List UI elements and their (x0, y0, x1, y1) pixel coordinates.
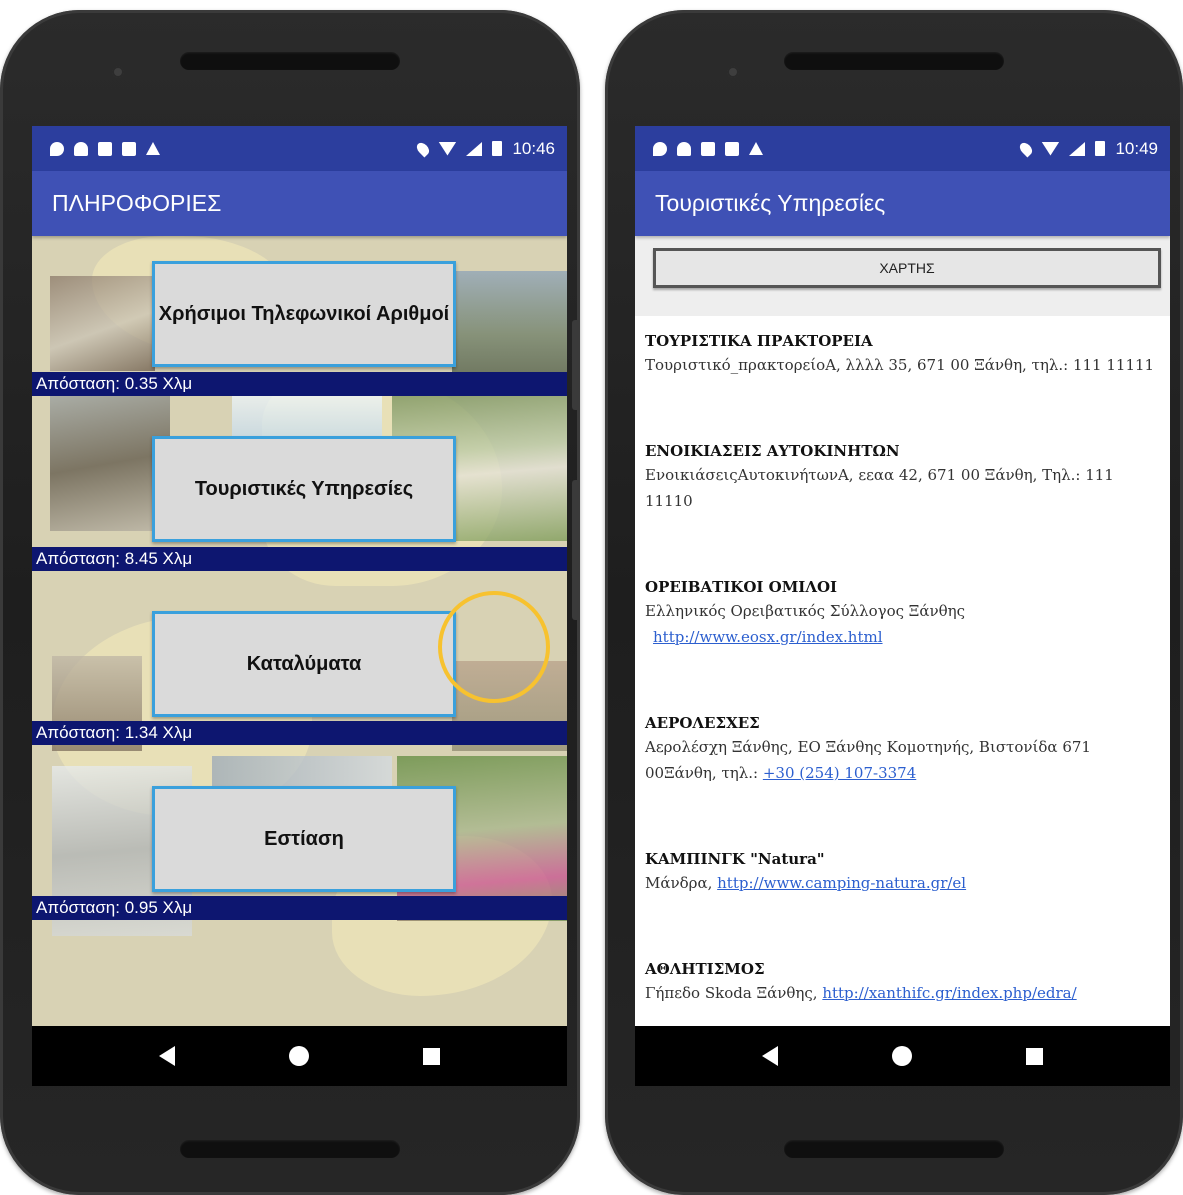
list-item: ΤΟΥΡΙΣΤΙΚΑ ΠΡΑΚΤΟΡΕΙΑ Τουριστικό_πρακτορ… (645, 330, 1160, 378)
home-icon[interactable] (289, 1046, 309, 1066)
status-right-icons: 10:49 (1017, 138, 1158, 159)
item-text: Τουριστικό_πρακτορείοΑ, λλλλ 35, 671 00 … (645, 356, 1155, 374)
image-icon (725, 141, 739, 156)
power-button (572, 320, 580, 410)
image-icon (122, 141, 136, 156)
back-icon[interactable] (159, 1046, 175, 1066)
list-item: ΑΘΛΗΤΙΣΜΟΣ Γήπεδο Skoda Ξάνθης, http://x… (645, 958, 1160, 1006)
item-text-row: Αερολέσχη Ξάνθης, ΕΟ Ξάνθης Κομοτηνής, Β… (645, 734, 1160, 786)
back-icon[interactable] (762, 1046, 778, 1066)
recents-icon[interactable] (423, 1047, 440, 1065)
xanthifc-link[interactable]: http://xanthifc.gr/index.php/edra/ (822, 984, 1076, 1002)
navigation-bar (32, 1026, 567, 1086)
cloud-icon (74, 141, 88, 156)
play-store-icon (749, 142, 763, 155)
home-icon[interactable] (892, 1046, 912, 1066)
status-time: 10:46 (512, 138, 555, 158)
list-item: ΑΕΡΟΛΕΣΧΕΣ Αερολέσχη Ξάνθης, ΕΟ Ξάνθης Κ… (645, 712, 1160, 786)
distance-label: Απόσταση: 8.45 Χλμ (32, 547, 567, 571)
volume-button (572, 480, 580, 620)
status-left-icons (50, 141, 160, 156)
status-bar: 10:49 (635, 126, 1170, 171)
item-title: ΟΡΕΙΒΑΤΙΚΟΙ ΟΜΙΛΟΙ (645, 578, 838, 596)
shield-icon (50, 141, 64, 156)
item-title: ΤΟΥΡΙΣΤΙΚΑ ΠΡΑΚΤΟΡΕΙΑ (645, 332, 873, 350)
item-text: Γήπεδο Skoda Ξάνθης, (645, 984, 818, 1002)
bottom-speaker (784, 1140, 1004, 1158)
menu-background: Χρήσιμοι Τηλεφωνικοί Αριθμοί Απόσταση: 0… (32, 236, 567, 1026)
app-title: ΠΛΗΡΟΦΟΡΙΕΣ (52, 190, 222, 216)
camping-link[interactable]: http://www.camping-natura.gr/el (717, 874, 966, 892)
front-camera-icon (112, 66, 124, 78)
earpiece-speaker (784, 52, 1004, 70)
tap-highlight-ring (438, 591, 550, 703)
distance-label: Απόσταση: 1.34 Χλμ (32, 721, 567, 745)
status-time: 10:49 (1115, 138, 1158, 158)
item-text: Μάνδρα, (645, 874, 713, 892)
navigation-bar (635, 1026, 1170, 1086)
list-item: ΚΑΜΠΙΝΓΚ "Natura" Μάνδρα, http://www.cam… (645, 848, 1160, 896)
signal-icon (466, 141, 483, 156)
menu-button-label: Εστίαση (264, 828, 344, 850)
menu-button-accommodation[interactable]: Καταλύματα (152, 611, 456, 717)
app-title: Τουριστικές Υπηρεσίες (655, 190, 886, 216)
phone-link[interactable]: +30 (254) 107-3374 (763, 764, 916, 782)
map-button-area: ΧΑΡΤΗΣ (635, 236, 1170, 316)
photo-harbor (50, 276, 155, 371)
wifi-icon (438, 141, 457, 156)
distance-label: Απόσταση: 0.95 Χλμ (32, 896, 567, 920)
menu-button-phones[interactable]: Χρήσιμοι Τηλεφωνικοί Αριθμοί (152, 261, 456, 367)
eosx-link[interactable]: http://www.eosx.gr/index.html (653, 628, 883, 646)
item-title: ΑΘΛΗΤΙΣΜΟΣ (645, 960, 765, 978)
recents-icon[interactable] (1026, 1047, 1043, 1065)
item-title: ΑΕΡΟΛΕΣΧΕΣ (645, 714, 760, 732)
menu-button-tourist-services[interactable]: Τουριστικές Υπηρεσίες (152, 436, 456, 542)
play-store-icon (146, 142, 160, 155)
item-text-row: Γήπεδο Skoda Ξάνθης, http://xanthifc.gr/… (645, 980, 1160, 1006)
item-title: ΚΑΜΠΙΝΓΚ "Natura" (645, 850, 825, 868)
cloud-icon (677, 141, 691, 156)
list-item: ΕΝΟΙΚΙΑΣΕΙΣ ΑΥΤΟΚΙΝΗΤΩΝ ΕνοικιάσειςΑυτοκ… (645, 440, 1160, 514)
menu-button-label: Τουριστικές Υπηρεσίες (194, 478, 414, 500)
services-list: ΤΟΥΡΙΣΤΙΚΑ ΠΡΑΚΤΟΡΕΙΑ Τουριστικό_πρακτορ… (635, 316, 1170, 1006)
sd-card-icon (98, 141, 112, 156)
item-link-row: http://www.eosx.gr/index.html (645, 624, 1160, 650)
status-bar: 10:46 (32, 126, 567, 171)
status-left-icons (653, 141, 763, 156)
sd-card-icon (701, 141, 715, 156)
wifi-icon (1041, 141, 1060, 156)
screen-right: 10:49 Τουριστικές Υπηρεσίες ΧΑΡΤΗΣ ΤΟΥΡΙ… (635, 126, 1170, 1086)
app-bar: ΠΛΗΡΟΦΟΡΙΕΣ (32, 171, 567, 236)
earpiece-speaker (180, 52, 400, 70)
item-text: Ελληνικός Ορειβατικός Σύλλογος Ξάνθης (645, 602, 966, 620)
menu-button-label: Χρήσιμοι Τηλεφωνικοί Αριθμοί (158, 303, 450, 325)
photo-building (452, 271, 567, 376)
status-right-icons: 10:46 (414, 138, 555, 159)
app-bar: Τουριστικές Υπηρεσίες (635, 171, 1170, 236)
bottom-speaker (180, 1140, 400, 1158)
item-text: ΕνοικιάσειςΑυτοκινήτωνΑ, εεαα 42, 671 00… (645, 466, 1114, 510)
shield-icon (653, 141, 667, 156)
item-text-row: Μάνδρα, http://www.camping-natura.gr/el (645, 870, 1160, 896)
front-camera-icon (727, 66, 739, 78)
services-content: ΧΑΡΤΗΣ ΤΟΥΡΙΣΤΙΚΑ ΠΡΑΚΤΟΡΕΙΑ Τουριστικό_… (635, 236, 1170, 1026)
phone-left: 10:46 ΠΛΗΡΟΦΟΡΙΕΣ Χρήσιμοι Τηλεφωνικοί Α… (0, 10, 580, 1195)
signal-icon (1069, 141, 1086, 156)
map-button[interactable]: ΧΑΡΤΗΣ (653, 248, 1161, 288)
menu-button-dining[interactable]: Εστίαση (152, 786, 456, 892)
distance-label: Απόσταση: 0.35 Χλμ (32, 372, 567, 396)
battery-icon (1095, 141, 1106, 156)
location-icon (414, 140, 432, 157)
location-icon (1017, 140, 1035, 157)
map-button-label: ΧΑΡΤΗΣ (879, 260, 935, 276)
battery-icon (492, 141, 503, 156)
screen-left: 10:46 ΠΛΗΡΟΦΟΡΙΕΣ Χρήσιμοι Τηλεφωνικοί Α… (32, 126, 567, 1086)
menu-button-label: Καταλύματα (246, 653, 362, 675)
list-item: ΟΡΕΙΒΑΤΙΚΟΙ ΟΜΙΛΟΙ Ελληνικός Ορειβατικός… (645, 576, 1160, 650)
phone-right: 10:49 Τουριστικές Υπηρεσίες ΧΑΡΤΗΣ ΤΟΥΡΙ… (605, 10, 1183, 1195)
item-title: ΕΝΟΙΚΙΑΣΕΙΣ ΑΥΤΟΚΙΝΗΤΩΝ (645, 442, 900, 460)
